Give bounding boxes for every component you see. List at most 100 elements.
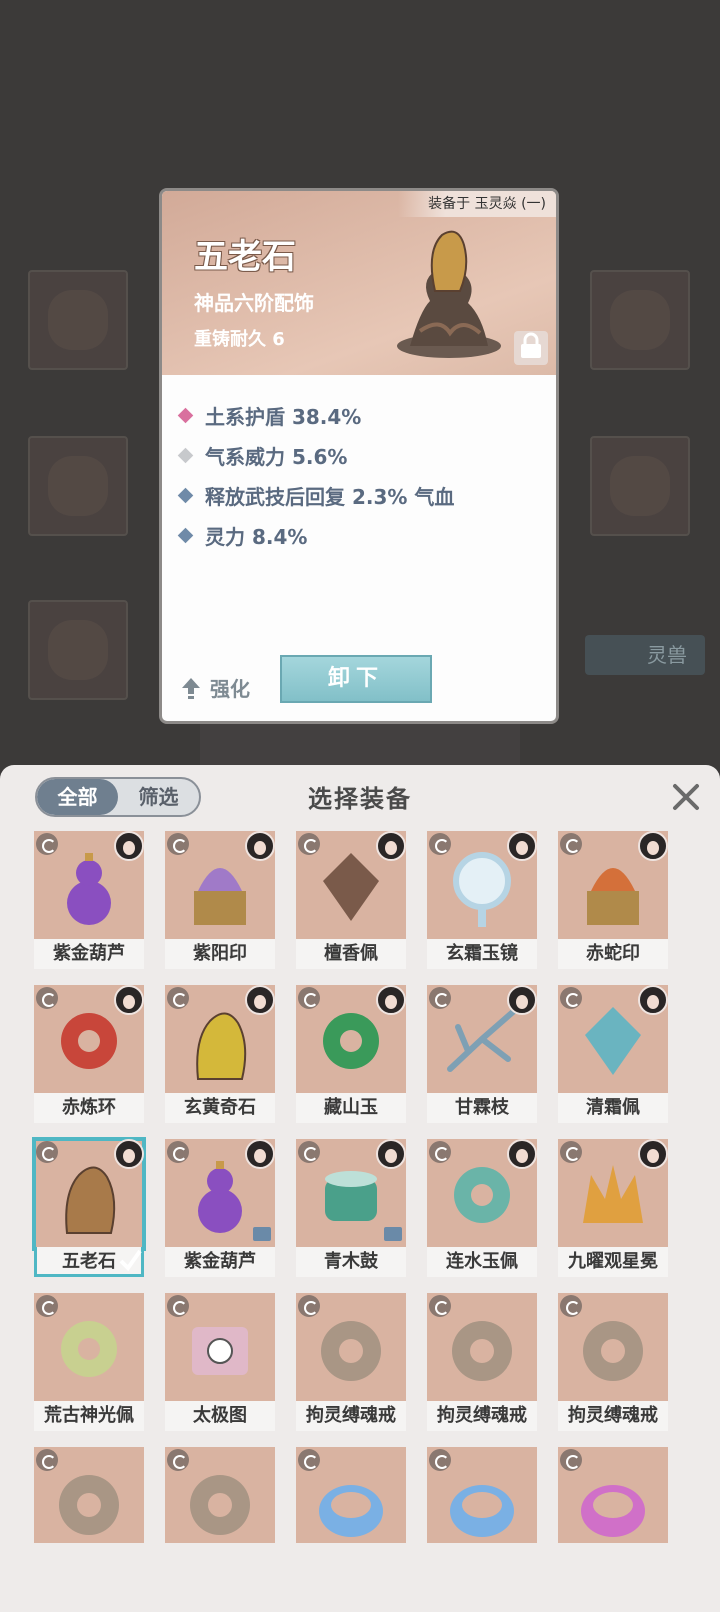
equipment-item[interactable]: 紫阳印 xyxy=(165,831,275,969)
item-name: 连水玉佩 xyxy=(427,1247,537,1277)
item-durability: 重铸耐久 6 xyxy=(194,329,285,350)
item-name: 拘灵缚魂戒 xyxy=(558,1401,668,1431)
bg-equipment-slot xyxy=(28,600,128,700)
bg-equipment-slot xyxy=(590,436,690,536)
element-badge-icon xyxy=(167,1141,189,1163)
element-badge-icon xyxy=(429,987,451,1009)
equipment-item[interactable]: 荒古神光佩 xyxy=(34,1293,144,1431)
crown-icon xyxy=(583,1165,643,1223)
arrow-up-icon xyxy=(182,677,200,699)
equipment-item[interactable]: 拘灵缚魂戒 xyxy=(558,1293,668,1431)
equipment-item[interactable]: 连水玉佩 xyxy=(427,1139,537,1277)
stat-row: 释放武技后回复 2.3% 气血 xyxy=(177,475,556,515)
close-icon[interactable] xyxy=(670,781,702,813)
owner-avatar xyxy=(245,985,275,1015)
ancient-pendant-icon xyxy=(61,1321,117,1377)
item-name: 青木鼓 xyxy=(296,1247,406,1277)
equipment-item[interactable]: 紫金葫芦 xyxy=(165,1139,275,1277)
owner-avatar xyxy=(638,1139,668,1169)
equipment-item[interactable]: 甘霖枝 xyxy=(427,985,537,1123)
unequip-button[interactable]: 卸下 xyxy=(280,655,432,703)
equipment-item[interactable]: 赤炼环 xyxy=(34,985,144,1123)
ring-icon xyxy=(59,1475,119,1535)
owner-avatar xyxy=(638,831,668,861)
item-name: 拘灵缚魂戒 xyxy=(427,1401,537,1431)
equipment-item[interactable]: 赤蛇印 xyxy=(558,831,668,969)
equipment-select-panel: 全部 筛选 选择装备 紫金葫芦 紫阳印 檀香佩 玄霜玉镜 赤蛇印 赤炼环 玄黄奇… xyxy=(0,765,720,1612)
element-badge-icon xyxy=(36,987,58,1009)
bracelet-icon xyxy=(450,1485,514,1537)
element-badge-icon xyxy=(36,833,58,855)
taiji-scroll-icon xyxy=(192,1327,248,1375)
equipment-item[interactable]: 清霜佩 xyxy=(558,985,668,1123)
water-jade-icon xyxy=(454,1167,510,1223)
stat-row: 气系威力 5.6% xyxy=(177,435,556,475)
element-badge-icon xyxy=(167,987,189,1009)
element-badge-icon xyxy=(429,1295,451,1317)
equipment-item[interactable]: 紫金葫芦 xyxy=(34,831,144,969)
panel-bottom-margin xyxy=(0,1543,720,1612)
item-name: 赤蛇印 xyxy=(558,939,668,969)
equipment-item[interactable]: 拘灵缚魂戒 xyxy=(427,1293,537,1431)
element-badge-icon xyxy=(298,833,320,855)
owner-avatar xyxy=(376,831,406,861)
lock-button[interactable] xyxy=(514,331,548,365)
ring-icon xyxy=(583,1321,643,1381)
equipment-item[interactable]: 藏山玉 xyxy=(296,985,406,1123)
owner-avatar xyxy=(507,1139,537,1169)
owner-avatar xyxy=(245,831,275,861)
owner-avatar xyxy=(507,985,537,1015)
element-badge-icon xyxy=(429,833,451,855)
equipment-item[interactable]: 玄黄奇石 xyxy=(165,985,275,1123)
stat-row: 土系护盾 38.4% xyxy=(177,395,556,435)
equipment-item[interactable]: 五老石 xyxy=(32,1137,146,1277)
stat-text: 气系威力 5.6% xyxy=(205,444,348,469)
owner-avatar xyxy=(376,1139,406,1169)
element-badge-icon xyxy=(560,1295,582,1317)
item-name: 藏山玉 xyxy=(296,1093,406,1123)
element-badge-icon xyxy=(36,1449,58,1471)
item-grade: 神品六阶配饰 xyxy=(194,291,314,315)
element-badge-icon xyxy=(560,987,582,1009)
element-badge-icon xyxy=(560,1141,582,1163)
stat-diamond-icon xyxy=(177,527,194,543)
stat-text: 灵力 8.4% xyxy=(205,524,308,549)
item-name: 九曜观星冕 xyxy=(558,1247,668,1277)
owner-avatar xyxy=(376,985,406,1015)
item-name: 太极图 xyxy=(165,1401,275,1431)
bg-equipment-slot xyxy=(590,270,690,370)
item-name: 甘霖枝 xyxy=(427,1093,537,1123)
bracelet-icon xyxy=(581,1485,645,1537)
bracelet-icon xyxy=(319,1485,383,1537)
element-badge-icon xyxy=(429,1141,451,1163)
element-badge-icon xyxy=(429,1449,451,1471)
element-badge-icon xyxy=(560,833,582,855)
equipment-item[interactable]: 青木鼓 xyxy=(296,1139,406,1277)
stat-list: 土系护盾 38.4% 气系威力 5.6% 释放武技后回复 2.3% 气血 灵力 … xyxy=(162,375,556,555)
equipment-item[interactable]: 九曜观星冕 xyxy=(558,1139,668,1277)
equipment-item[interactable]: 拘灵缚魂戒 xyxy=(296,1293,406,1431)
item-name: 紫阳印 xyxy=(165,939,275,969)
enhance-button[interactable]: 强化 xyxy=(180,673,250,702)
item-detail-header: 装备于 玉灵焱 (一) 五老石 神品六阶配饰 重铸耐久 6 xyxy=(162,191,556,375)
element-badge-icon xyxy=(298,1141,320,1163)
equipment-item[interactable]: 太极图 xyxy=(165,1293,275,1431)
stat-diamond-icon xyxy=(177,447,194,463)
stat-diamond-icon xyxy=(177,487,194,503)
element-badge-icon xyxy=(167,833,189,855)
bg-equipment-slot xyxy=(28,436,128,536)
panel-title: 选择装备 xyxy=(308,785,412,813)
lock-icon xyxy=(253,1227,271,1241)
owner-avatar xyxy=(114,1139,144,1169)
element-badge-icon xyxy=(36,1141,58,1163)
equipment-item[interactable]: 玄霜玉镜 xyxy=(427,831,537,969)
item-name: 紫金葫芦 xyxy=(165,1247,275,1277)
stone-icon xyxy=(65,1166,116,1234)
equipment-item[interactable]: 檀香佩 xyxy=(296,831,406,969)
stat-row: 灵力 8.4% xyxy=(177,515,556,555)
serpent-seal-icon xyxy=(587,868,639,925)
stat-text: 释放武技后回复 2.3% 气血 xyxy=(205,484,455,509)
element-badge-icon xyxy=(167,1449,189,1471)
pendant-icon xyxy=(323,853,379,921)
item-name: 紫金葫芦 xyxy=(34,939,144,969)
